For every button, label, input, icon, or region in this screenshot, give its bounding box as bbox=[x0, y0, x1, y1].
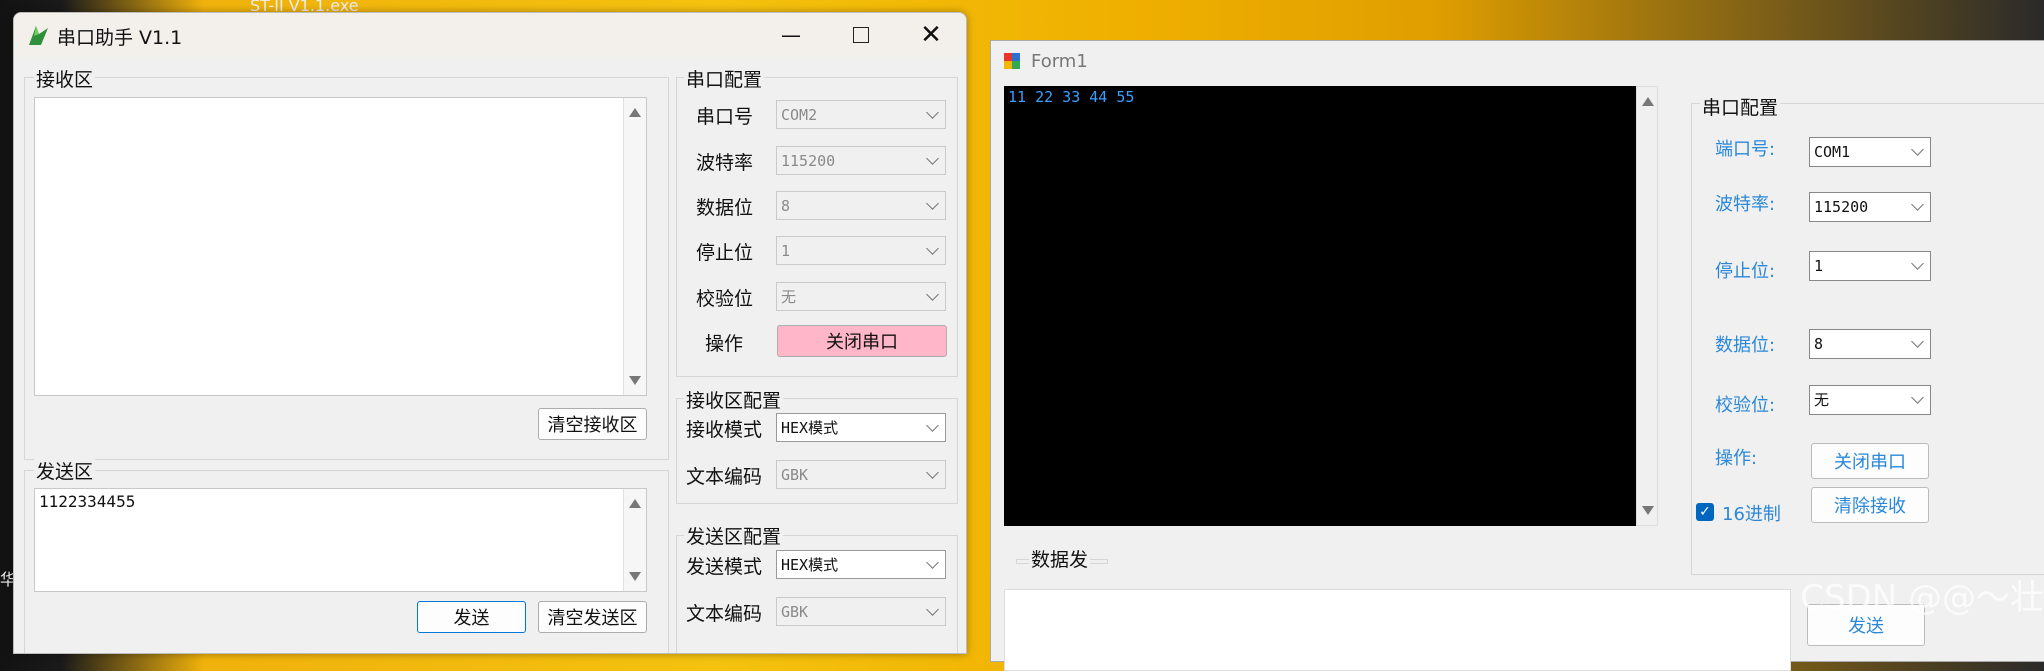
chevron-down-icon bbox=[926, 419, 939, 432]
operation-label: 操作: bbox=[1715, 448, 1758, 469]
close-button[interactable]: ✕ bbox=[896, 13, 966, 57]
chevron-down-icon bbox=[926, 603, 939, 616]
receive-group-label: 接收区 bbox=[34, 65, 96, 92]
databits-select[interactable]: 8 bbox=[776, 191, 946, 220]
chevron-down-icon bbox=[926, 466, 939, 479]
form1-title: Form1 bbox=[1031, 51, 1088, 72]
port-label: 端口号: bbox=[1715, 139, 1776, 160]
port-select[interactable]: COM2 bbox=[776, 100, 946, 129]
form1-window: Form1 11 22 33 44 55 串口配置 端口号: COM1 波特率:… bbox=[990, 40, 2044, 671]
send-textbox[interactable] bbox=[1004, 589, 1791, 671]
baud-label: 波特率: bbox=[1715, 194, 1776, 215]
baud-label: 波特率 bbox=[696, 152, 754, 174]
send-encoding-label: 文本编码 bbox=[686, 603, 763, 625]
close-port-button[interactable]: 关闭串口 bbox=[1811, 443, 1929, 479]
send-textarea[interactable]: 1122334455 bbox=[34, 488, 647, 592]
close-port-button[interactable]: 关闭串口 bbox=[777, 325, 947, 357]
title-bar[interactable]: 串口助手 V1.1 — ✕ bbox=[14, 13, 966, 57]
close-icon: ✕ bbox=[920, 20, 942, 50]
receive-textarea[interactable] bbox=[34, 97, 647, 396]
minimize-icon: — bbox=[781, 23, 801, 47]
receive-display-text: 11 22 33 44 55 bbox=[1008, 88, 1135, 106]
send-scrollbar[interactable] bbox=[623, 489, 646, 591]
form-icon bbox=[1004, 53, 1020, 69]
watermark: CSDN @@～壮 bbox=[1800, 578, 2044, 618]
stopbits-label: 停止位 bbox=[696, 242, 754, 264]
app-icon bbox=[29, 26, 48, 45]
form1-config-label: 串口配置 bbox=[1700, 93, 1781, 120]
send-group-label: 发送区 bbox=[34, 457, 96, 484]
chevron-down-icon bbox=[926, 152, 939, 165]
chevron-down-icon bbox=[1911, 143, 1924, 156]
send-encoding-select[interactable]: GBK bbox=[776, 597, 946, 626]
stopbits-select[interactable]: 1 bbox=[1809, 251, 1931, 281]
send-button[interactable]: 发送 bbox=[417, 601, 526, 633]
maximize-button[interactable] bbox=[826, 13, 896, 57]
baud-select[interactable]: 115200 bbox=[1809, 192, 1931, 222]
chevron-down-icon bbox=[926, 197, 939, 210]
maximize-icon bbox=[853, 27, 869, 43]
send-text: 1122334455 bbox=[39, 492, 136, 511]
serial-assistant-window: 串口助手 V1.1 — ✕ 接收区 清空接收区 发送区 1122334455 发… bbox=[13, 12, 967, 654]
chevron-down-icon bbox=[926, 556, 939, 569]
receive-mode-label: 接收模式 bbox=[686, 419, 763, 441]
receive-encoding-label: 文本编码 bbox=[686, 466, 763, 488]
baud-select[interactable]: 115200 bbox=[776, 146, 946, 175]
chevron-down-icon bbox=[1911, 257, 1924, 270]
chevron-down-icon bbox=[1911, 391, 1924, 404]
chevron-down-icon bbox=[1911, 335, 1924, 348]
operation-label: 操作 bbox=[705, 333, 744, 355]
chevron-down-icon bbox=[926, 288, 939, 301]
hex-checkbox-label: 16进制 bbox=[1722, 504, 1781, 525]
clear-send-button[interactable]: 清空发送区 bbox=[538, 601, 647, 633]
send-config-label: 发送区配置 bbox=[684, 522, 784, 549]
stopbits-label: 停止位: bbox=[1715, 261, 1776, 282]
clear-receive-button[interactable]: 清空接收区 bbox=[538, 408, 647, 440]
send-group-label: 数据发 bbox=[1029, 545, 1091, 572]
scroll-down-icon[interactable] bbox=[629, 572, 641, 581]
display-scrollbar[interactable] bbox=[1636, 86, 1658, 526]
chevron-down-icon bbox=[926, 242, 939, 255]
receive-display[interactable]: 11 22 33 44 55 bbox=[1004, 86, 1636, 526]
databits-label: 数据位 bbox=[696, 197, 754, 219]
chevron-down-icon bbox=[1911, 198, 1924, 211]
receive-encoding-select[interactable]: GBK bbox=[776, 460, 946, 489]
stopbits-select[interactable]: 1 bbox=[776, 236, 946, 265]
send-mode-select[interactable]: HEX模式 bbox=[776, 550, 946, 579]
scroll-up-icon[interactable] bbox=[629, 499, 641, 508]
receive-scrollbar[interactable] bbox=[623, 98, 646, 395]
check-icon: ✓ bbox=[1699, 504, 1711, 520]
parity-select[interactable]: 无 bbox=[776, 282, 946, 311]
chevron-down-icon bbox=[926, 106, 939, 119]
databits-select[interactable]: 8 bbox=[1809, 329, 1931, 359]
scroll-down-icon[interactable] bbox=[1642, 506, 1654, 515]
scroll-up-icon[interactable] bbox=[629, 108, 641, 117]
receive-mode-select[interactable]: HEX模式 bbox=[776, 413, 946, 442]
port-label: 串口号 bbox=[696, 106, 754, 128]
parity-label: 校验位: bbox=[1715, 395, 1776, 416]
send-mode-label: 发送模式 bbox=[686, 556, 763, 578]
hex-checkbox[interactable]: ✓ bbox=[1696, 503, 1714, 521]
port-select[interactable]: COM1 bbox=[1809, 137, 1931, 167]
receive-config-label: 接收区配置 bbox=[684, 386, 784, 413]
minimize-button[interactable]: — bbox=[756, 13, 826, 57]
clear-receive-button[interactable]: 清除接收 bbox=[1811, 487, 1929, 523]
databits-label: 数据位: bbox=[1715, 335, 1776, 356]
scroll-down-icon[interactable] bbox=[629, 376, 641, 385]
serial-config-label: 串口配置 bbox=[684, 65, 765, 92]
parity-select[interactable]: 无 bbox=[1809, 385, 1931, 415]
window-title: 串口助手 V1.1 bbox=[57, 27, 183, 49]
scroll-up-icon[interactable] bbox=[1642, 97, 1654, 106]
parity-label: 校验位 bbox=[696, 288, 754, 310]
